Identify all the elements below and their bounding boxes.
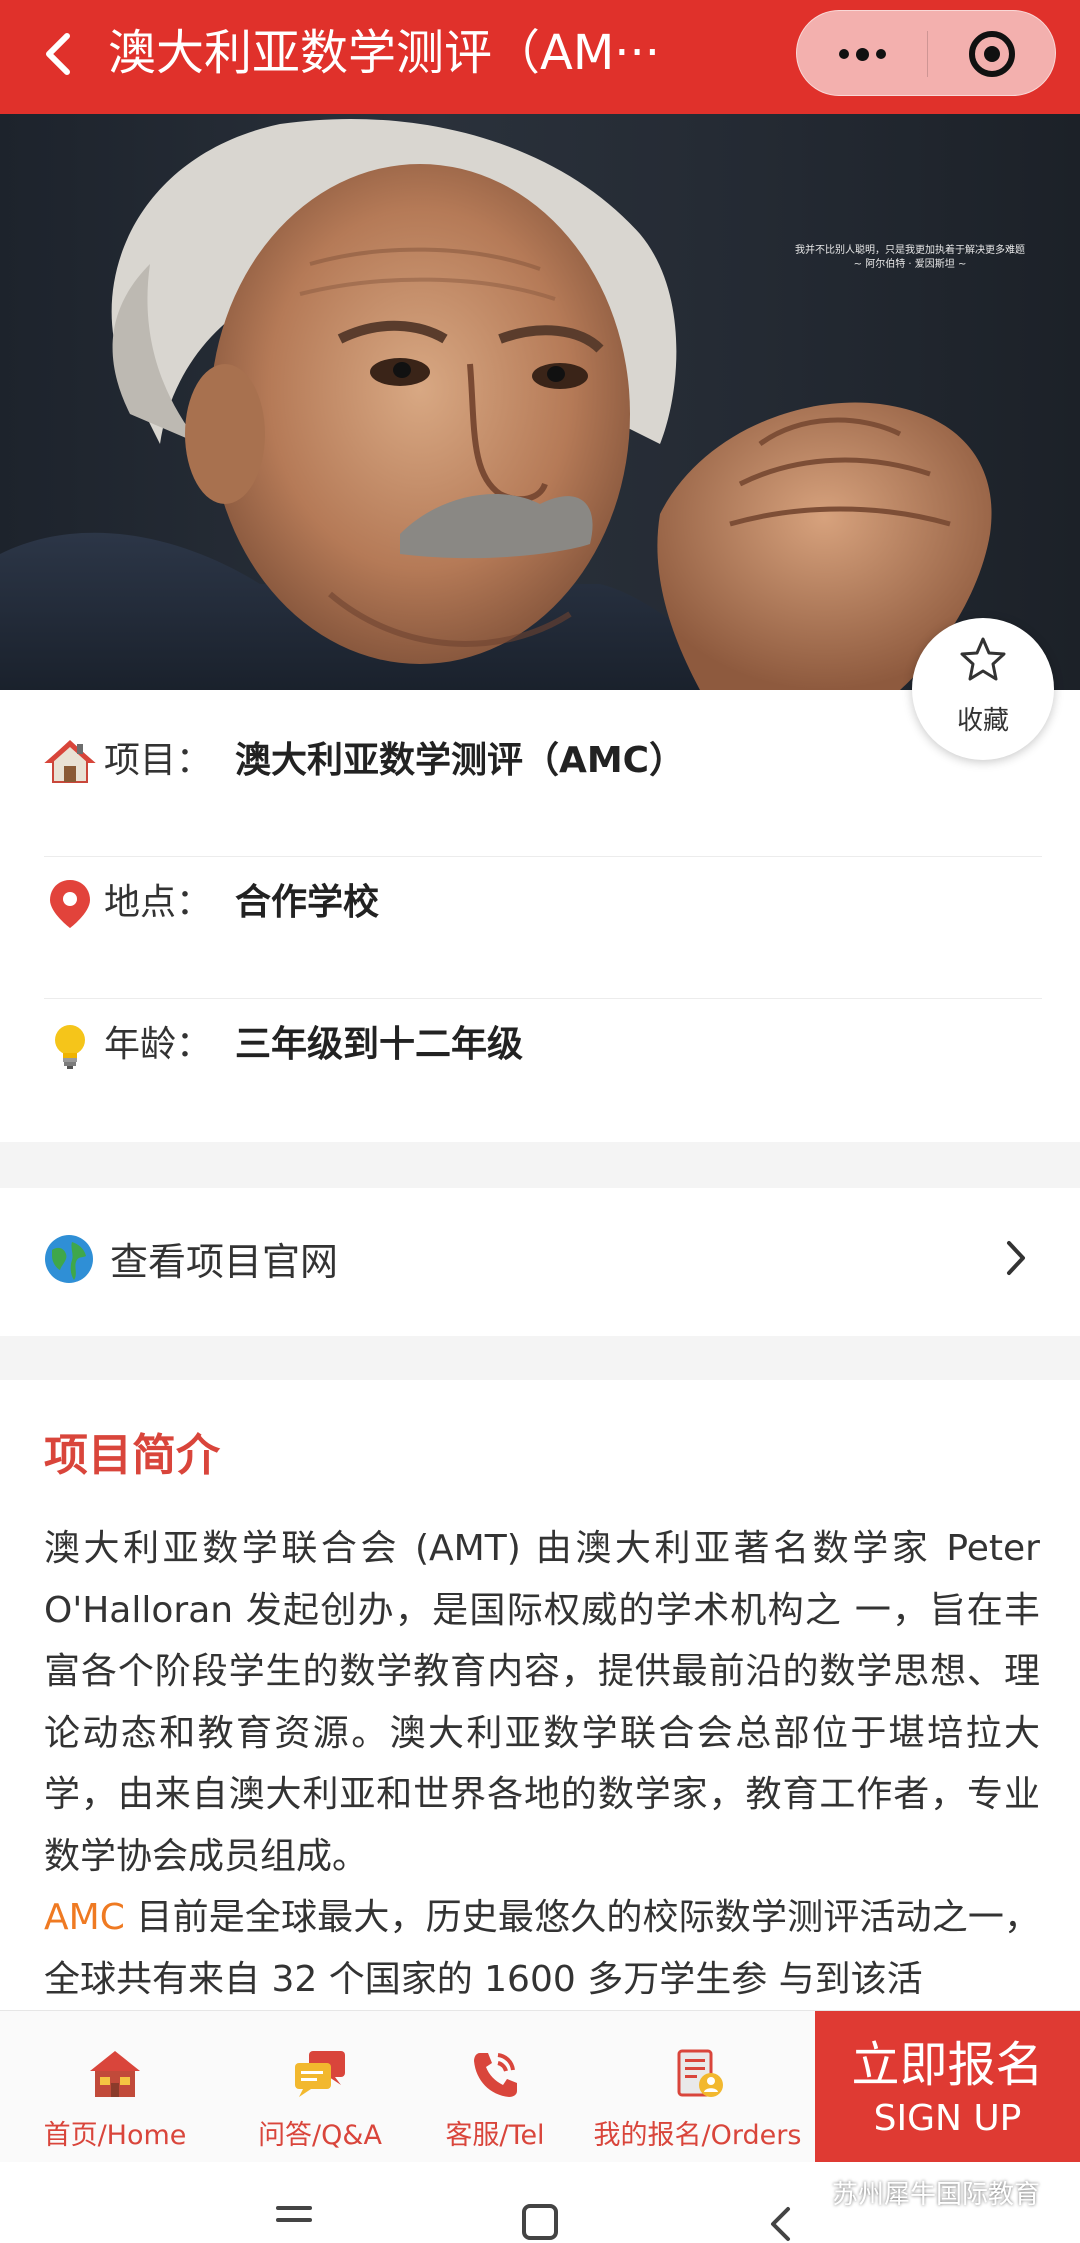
phone-icon xyxy=(474,2053,517,2097)
intro-title: 项目简介 xyxy=(44,1430,220,1481)
official-website-link[interactable]: 查看项目官网 xyxy=(0,1188,1080,1336)
chevron-right-icon xyxy=(1007,1241,1025,1275)
hero-quote: 我并不比别人聪明，只是我更加执着于解决更多难题 ~ 阿尔伯特 · 爱因斯坦 ~ xyxy=(760,244,1060,272)
sign-up-label-cn: 立即报名 xyxy=(851,2037,1044,2093)
official-website-label: 查看项目官网 xyxy=(110,1240,339,1284)
watermark: 苏州犀牛国际教育 xyxy=(780,2172,1040,2212)
info-value-location: 合作学校 xyxy=(235,882,380,923)
mini-program-capsule xyxy=(796,10,1056,96)
watermark-text: 苏州犀牛国际教育 xyxy=(832,2179,1041,2210)
wechat-icon xyxy=(780,2175,824,2208)
tab-home[interactable]: 首页/Home xyxy=(0,2011,230,2163)
info-label-location: 地点： xyxy=(104,882,213,923)
more-dots-icon xyxy=(838,49,849,59)
hero-banner-image: 我并不比别人聪明，只是我更加执着于解决更多难题 ~ 阿尔伯特 · 爱因斯坦 ~ xyxy=(0,114,1080,690)
info-label-project: 项目： xyxy=(104,740,213,781)
house-icon xyxy=(44,740,96,783)
tab-qa-label: 问答/Q&A xyxy=(258,2120,382,2151)
tab-qa[interactable]: 问答/Q&A xyxy=(230,2011,410,2163)
tab-tel-label: 客服/Tel xyxy=(445,2120,545,2151)
home-icon xyxy=(90,2051,140,2097)
intro-body: 澳大利亚数学联合会 (AMT) 由澳大利亚著名数学家 Peter O'Hallo… xyxy=(44,1518,1040,2010)
page-title: 澳大利亚数学测评（AM··· xyxy=(108,25,661,81)
chat-bubbles-icon xyxy=(295,2051,345,2097)
hero-quote-line2: ~ 阿尔伯特 · 爱因斯坦 ~ xyxy=(853,259,967,270)
recent-apps-button[interactable] xyxy=(276,2206,314,2236)
sign-up-button[interactable]: 立即报名 SIGN UP xyxy=(815,2011,1080,2163)
sign-up-label-en: SIGN UP xyxy=(873,2098,1022,2139)
project-info-card: 项目： 澳大利亚数学测评（AMC） 地点： 合作学校 年龄： 三年级到十二年级 xyxy=(0,690,1080,1142)
lightbulb-icon xyxy=(55,1025,85,1069)
star-outline-icon xyxy=(960,637,1006,681)
intro-paragraph-2: 目前是全球最大，历史最悠久的校际数学测评活动之一，全球共有来自 32 个国家的 … xyxy=(44,1897,1040,2000)
chevron-left-icon xyxy=(46,33,70,75)
info-row-age: 年龄： 三年级到十二年级 xyxy=(44,974,1042,1116)
back-button[interactable] xyxy=(34,22,82,86)
menu-lines-icon xyxy=(276,2206,312,2210)
favorite-label: 收藏 xyxy=(956,706,1009,736)
info-row-location: 地点： 合作学校 xyxy=(44,832,1042,974)
globe-icon xyxy=(45,1235,93,1283)
portrait-illustration xyxy=(0,118,992,690)
info-value-age: 三年级到十二年级 xyxy=(235,1024,524,1065)
tab-orders[interactable]: 我的报名/Orders xyxy=(580,2011,815,2163)
system-navigation-bar: 苏州犀牛国际教育 xyxy=(0,2162,1080,2243)
location-pin-icon xyxy=(50,880,90,928)
favorite-button[interactable]: 收藏 xyxy=(912,618,1054,760)
home-nav-button[interactable] xyxy=(522,2204,558,2240)
info-row-project: 项目： 澳大利亚数学测评（AMC） xyxy=(44,690,1042,832)
bottom-tab-bar: 首页/Home 问答/Q&A 客服/Tel 我的报名/Orders 立即报名 S… xyxy=(0,2010,1080,2163)
tab-orders-label: 我的报名/Orders xyxy=(593,2120,802,2151)
top-bar: 澳大利亚数学测评（AM··· xyxy=(0,0,1080,114)
tab-home-label: 首页/Home xyxy=(43,2120,187,2151)
close-mini-program-button[interactable] xyxy=(927,11,1057,97)
tab-tel[interactable]: 客服/Tel xyxy=(410,2011,580,2163)
app-page: 澳大利亚数学测评（AM··· 我并不比别人聪明，只是我更加执着于解决更多难题 ~… xyxy=(0,0,1080,2243)
info-label-age: 年龄： xyxy=(104,1024,213,1065)
intro-highlight-amc: AMC xyxy=(44,1897,125,1938)
info-value-project: 澳大利亚数学测评（AMC） xyxy=(235,740,686,781)
hero-quote-line1: 我并不比别人聪明，只是我更加执着于解决更多难题 xyxy=(795,245,1025,256)
intro-paragraph-1: 澳大利亚数学联合会 (AMT) 由澳大利亚著名数学家 Peter O'Hallo… xyxy=(44,1528,1040,1877)
orders-icon xyxy=(677,2049,723,2097)
target-circle-icon xyxy=(969,31,1015,77)
more-button[interactable] xyxy=(797,11,927,97)
project-intro-section: 项目简介 澳大利亚数学联合会 (AMT) 由澳大利亚著名数学家 Peter O'… xyxy=(0,1380,1080,2010)
